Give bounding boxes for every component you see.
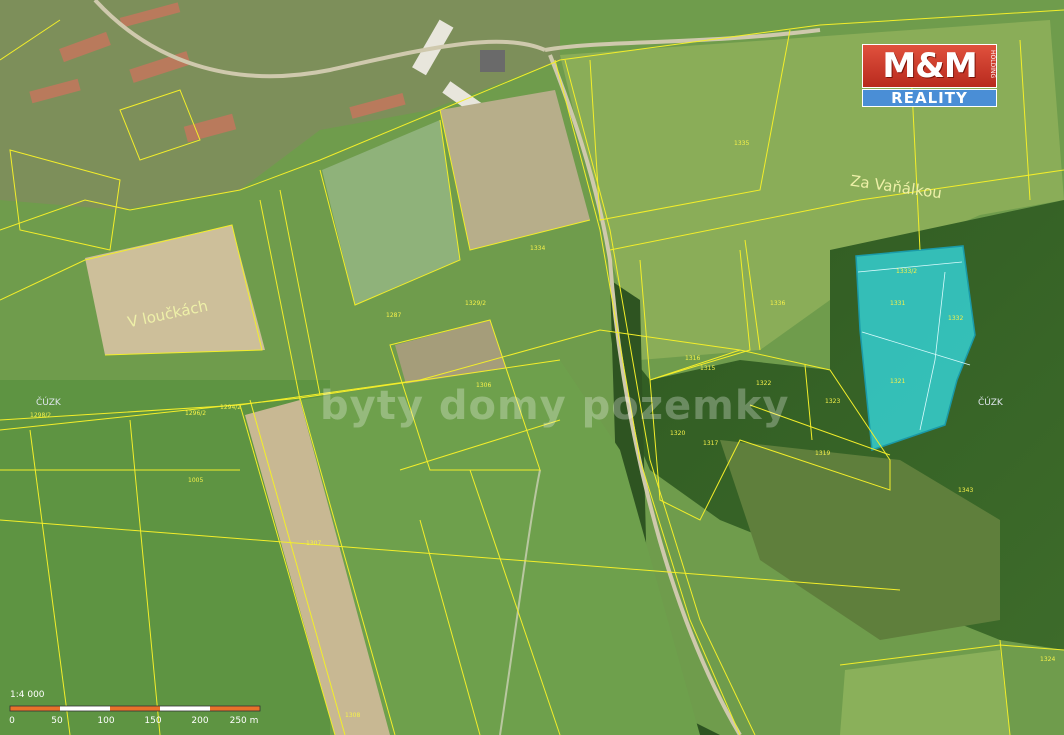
parcel-number: 1321: [890, 378, 906, 385]
parcel-number: 1296/2: [185, 410, 207, 417]
scale-segment: [10, 706, 60, 711]
parcel-number: 1317: [703, 440, 719, 447]
parcel-number: 1322: [756, 380, 772, 387]
scale-segment: [210, 706, 260, 711]
parcel-number: 1334: [530, 245, 546, 252]
parcel-number: 1323: [825, 398, 841, 405]
mm-reality-logo: M&M HOLDING REALITY: [862, 44, 997, 107]
logo-reality: REALITY: [862, 89, 997, 107]
parcel-number: 1307: [306, 540, 322, 547]
parcel-number: 1320: [670, 430, 686, 437]
parcel-number: 1319: [815, 450, 831, 457]
parcel-number: 1333/2: [896, 268, 918, 275]
parcel-number: 1336: [770, 300, 786, 307]
scale-segment: [60, 706, 110, 711]
scale-tick: 250 m: [229, 716, 259, 726]
parcel-number: 1324: [1040, 656, 1056, 663]
parcel-number: 1287: [386, 312, 402, 319]
attribution-cuzk-right: ČÚZK: [978, 398, 1003, 408]
attribution-cuzk-left: ČÚZK: [36, 398, 61, 408]
cadastral-map[interactable]: [0, 0, 1064, 735]
parcel-number: 1308: [345, 712, 361, 719]
parcel-number: 1335: [734, 140, 750, 147]
parcel-number: 1298/2: [30, 412, 52, 419]
scale-tick: 150: [144, 716, 162, 726]
watermark-text: byty domy pozemky: [320, 383, 790, 429]
parcel-number: 1294/2: [220, 404, 242, 411]
scale-tick: 0: [9, 716, 15, 726]
scale-tick: 100: [97, 716, 115, 726]
scale-segment: [110, 706, 160, 711]
parcel-number: 1331: [890, 300, 906, 307]
parcel-number: 1332: [948, 315, 964, 322]
scale-tick: 200: [191, 716, 209, 726]
parcel-number: 1329/2: [465, 300, 487, 307]
parcel-number: 1306: [476, 382, 492, 389]
scale-bar: [9, 705, 261, 712]
parcel-number: 1343: [958, 487, 974, 494]
parcel-number: 1315: [700, 365, 716, 372]
parcel-number: 1316: [685, 355, 701, 362]
scale-segment: [160, 706, 210, 711]
scale-tick: 50: [51, 716, 63, 726]
logo-holding: HOLDING: [989, 50, 996, 79]
scale-ratio: 1:4 000: [10, 690, 45, 700]
parcel-number: 1005: [188, 477, 204, 484]
logo-brand: M&M: [862, 44, 997, 88]
